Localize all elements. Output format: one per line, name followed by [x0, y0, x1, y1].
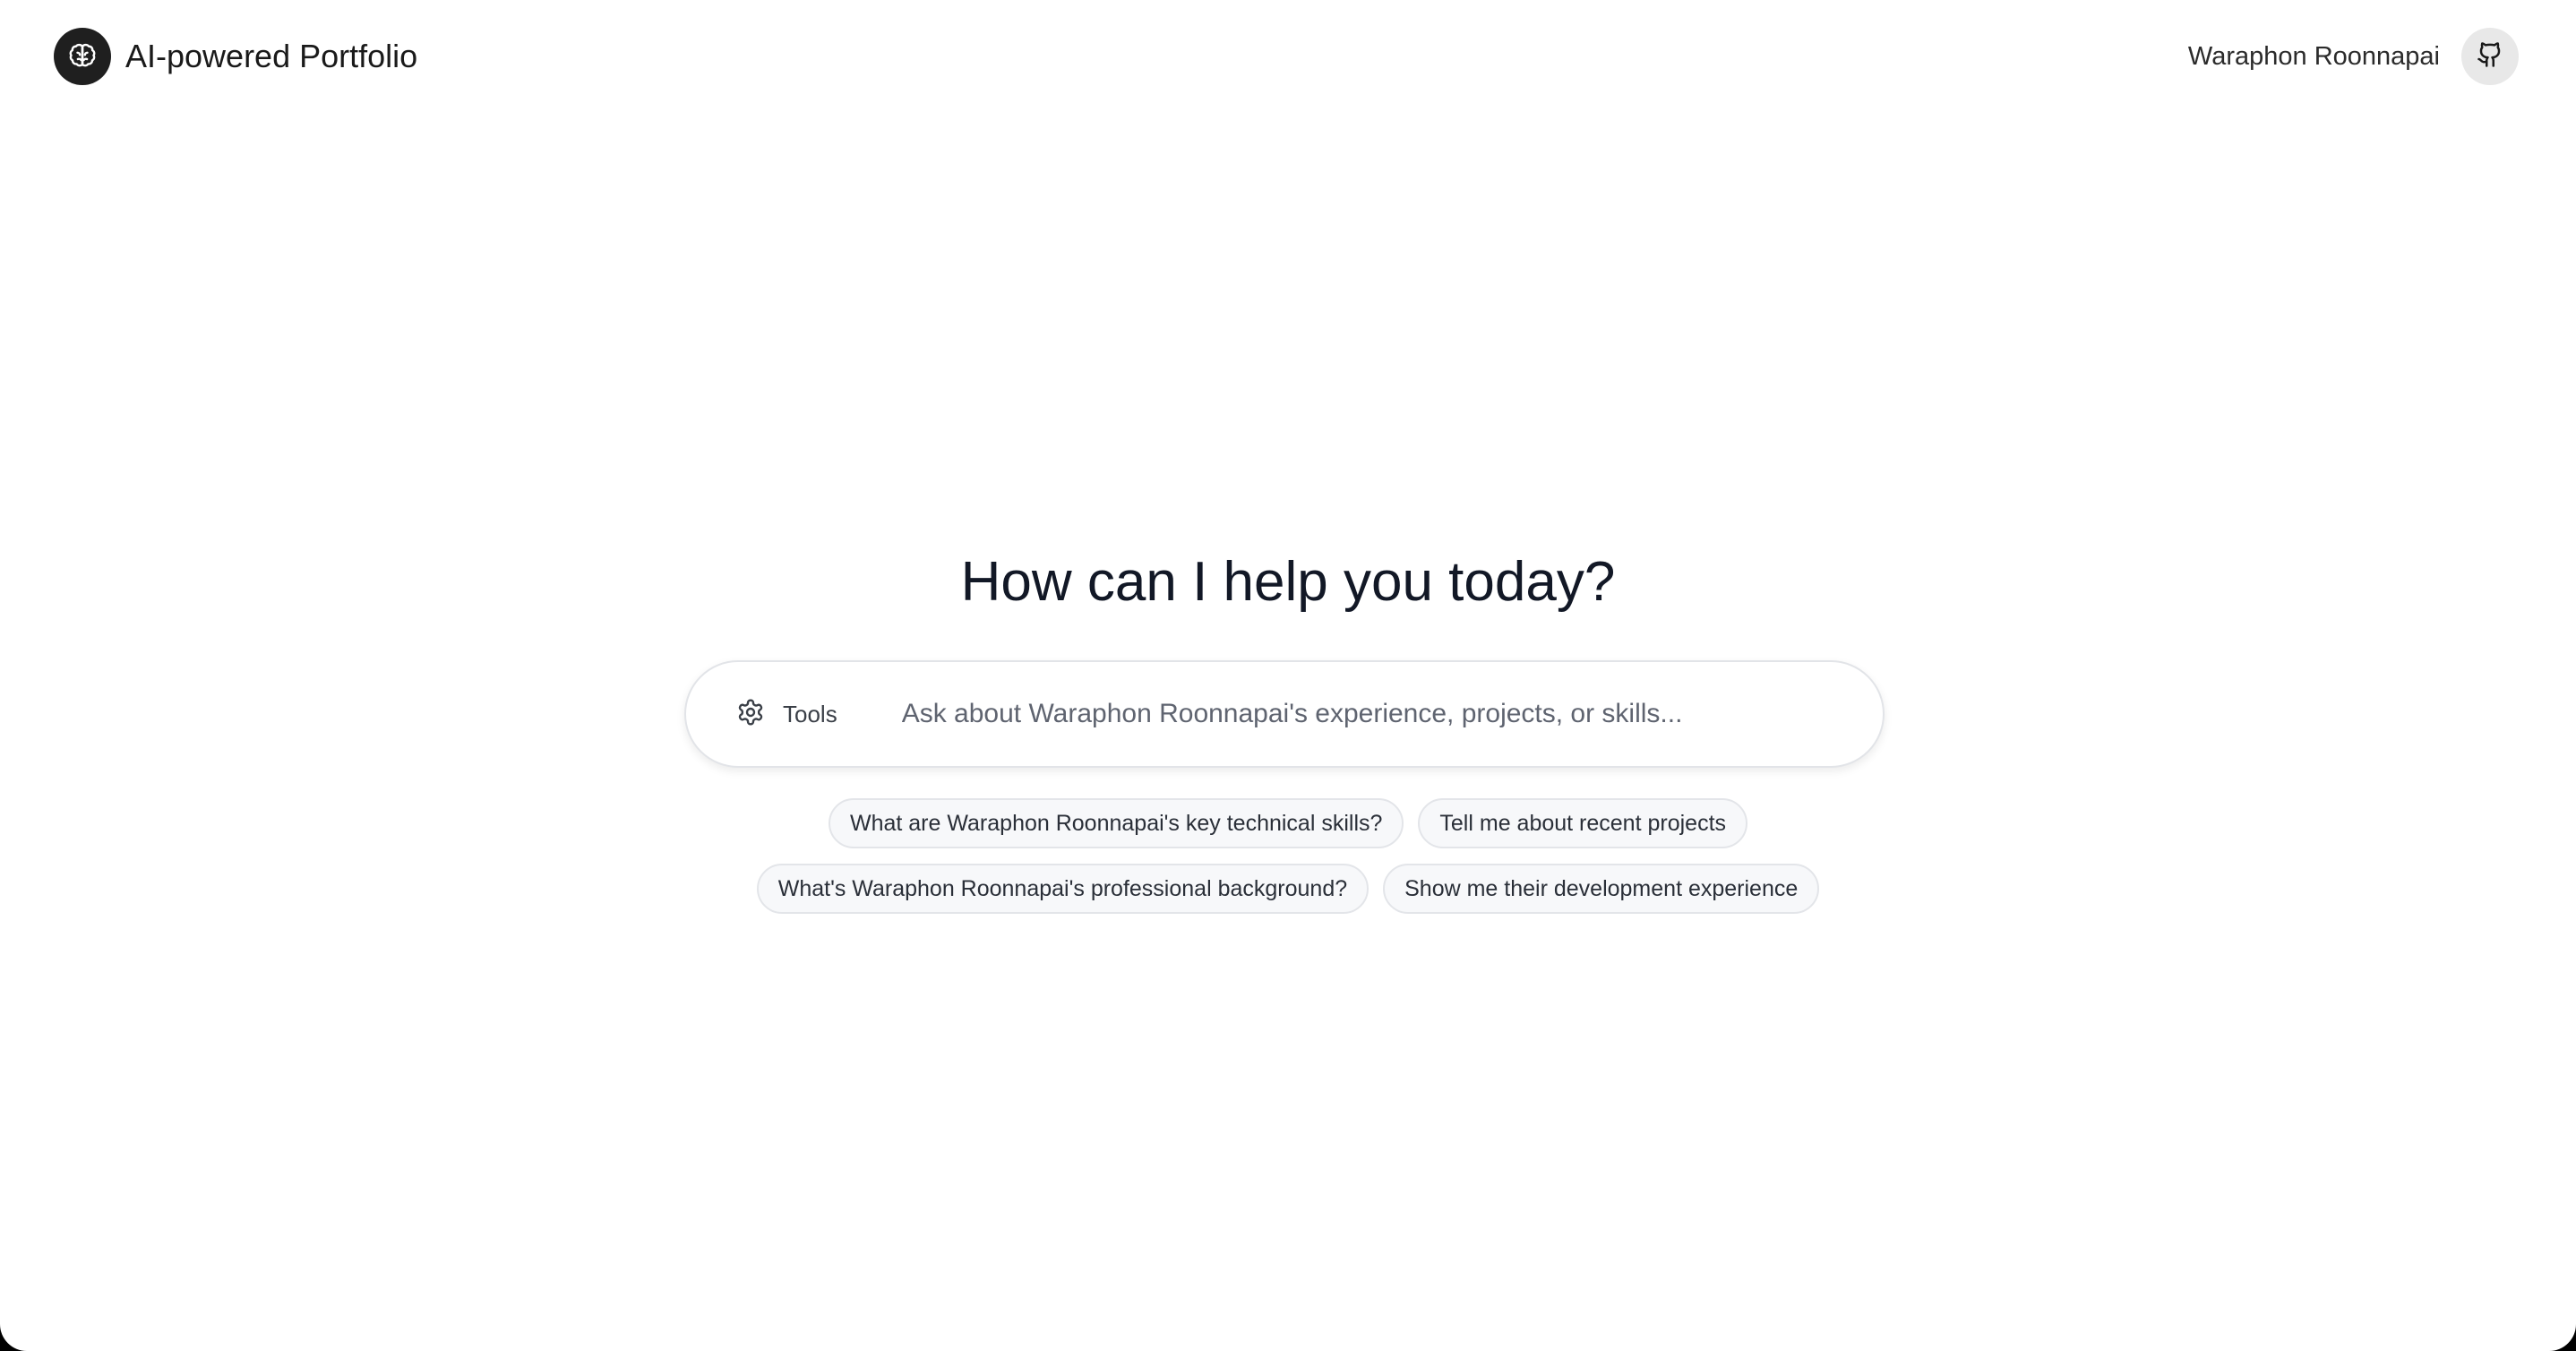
suggestion-chip[interactable]: What are Waraphon Roonnapai's key techni… — [828, 798, 1404, 848]
suggestion-row: What are Waraphon Roonnapai's key techni… — [0, 798, 2576, 848]
suggestion-list: What are Waraphon Roonnapai's key techni… — [0, 798, 2576, 929]
user-name: Waraphon Roonnapai — [2187, 41, 2440, 71]
chat-input[interactable] — [901, 699, 1847, 729]
hero-heading: How can I help you today? — [960, 551, 1616, 613]
tools-button[interactable]: Tools — [736, 698, 837, 731]
suggestion-chip[interactable]: Show me their development experience — [1383, 864, 1820, 914]
github-button[interactable] — [2461, 28, 2519, 85]
app-title: AI-powered Portfolio — [125, 38, 418, 74]
user-area: Waraphon Roonnapai — [2188, 28, 2519, 85]
brand[interactable]: AI-powered Portfolio — [54, 28, 417, 85]
tools-label: Tools — [783, 700, 837, 727]
github-icon — [2477, 41, 2503, 73]
suggestion-row: What's Waraphon Roonnapai's professional… — [0, 864, 2576, 914]
gear-icon — [736, 698, 765, 731]
chat-input-box: Tools — [684, 660, 1885, 768]
brain-icon — [54, 28, 111, 85]
top-bar: AI-powered Portfolio Waraphon Roonnapai — [0, 0, 2576, 113]
suggestion-chip[interactable]: Tell me about recent projects — [1418, 798, 1748, 848]
app-page: AI-powered Portfolio Waraphon Roonnapai … — [0, 0, 2576, 1351]
suggestion-chip[interactable]: What's Waraphon Roonnapai's professional… — [756, 864, 1370, 914]
